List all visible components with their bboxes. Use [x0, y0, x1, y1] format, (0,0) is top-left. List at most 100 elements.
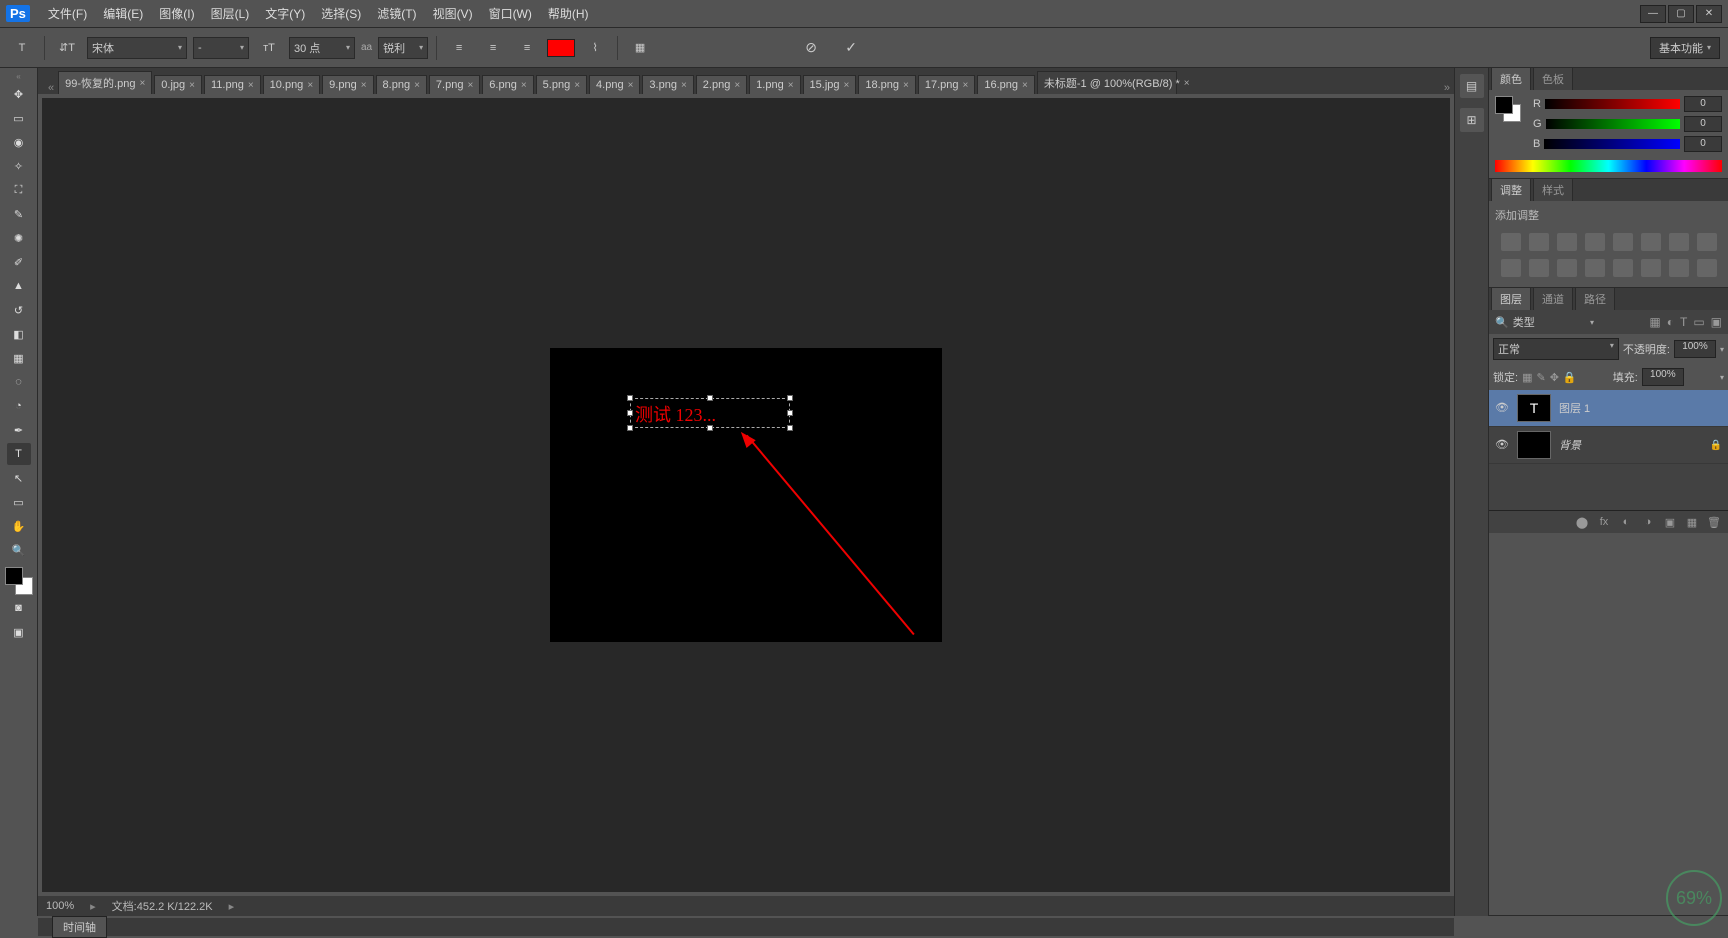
- hand-tool[interactable]: ✋: [7, 515, 31, 537]
- transform-handle[interactable]: [707, 425, 713, 431]
- gradientmap-icon[interactable]: [1669, 259, 1689, 277]
- b-slider[interactable]: [1544, 139, 1680, 149]
- invert-icon[interactable]: [1585, 259, 1605, 277]
- properties-panel-icon[interactable]: ⊞: [1460, 108, 1484, 132]
- doc-tab[interactable]: 18.png×: [858, 75, 916, 94]
- filter-type-icon[interactable]: T: [1680, 315, 1687, 329]
- filter-smart-icon[interactable]: ▣: [1711, 315, 1722, 329]
- cancel-edit-button[interactable]: ⊘: [800, 37, 822, 59]
- hue-strip[interactable]: [1495, 160, 1722, 172]
- doc-tab-active[interactable]: 未标题-1 @ 100%(RGB/8) *×: [1037, 71, 1177, 94]
- doc-tab[interactable]: 6.png×: [482, 75, 533, 94]
- channelmixer-icon[interactable]: [1529, 259, 1549, 277]
- workspace-switcher[interactable]: 基本功能▾: [1650, 37, 1720, 59]
- font-family-dropdown[interactable]: 宋体▾: [87, 37, 187, 59]
- lock-transparent-icon[interactable]: ▦: [1522, 371, 1532, 384]
- doc-tab[interactable]: 1.png×: [749, 75, 800, 94]
- menu-type[interactable]: 文字(Y): [257, 5, 313, 22]
- tab-layers[interactable]: 图层: [1491, 287, 1531, 310]
- link-layers-icon[interactable]: ⬤: [1574, 515, 1590, 529]
- tab-swatches[interactable]: 色板: [1533, 67, 1573, 90]
- doc-tab[interactable]: 5.png×: [536, 75, 587, 94]
- r-value[interactable]: 0: [1684, 96, 1722, 112]
- blend-mode-dropdown[interactable]: 正常▾: [1493, 338, 1619, 360]
- transform-handle[interactable]: [707, 395, 713, 401]
- menu-layer[interactable]: 图层(L): [203, 5, 258, 22]
- close-icon[interactable]: ×: [361, 80, 367, 91]
- doc-tab[interactable]: 8.png×: [376, 75, 427, 94]
- font-size-dropdown[interactable]: 30 点▾: [289, 37, 355, 59]
- doc-tab[interactable]: 16.png×: [977, 75, 1035, 94]
- crop-tool[interactable]: ⛶: [7, 179, 31, 201]
- brush-tool[interactable]: ✐: [7, 251, 31, 273]
- r-slider[interactable]: [1545, 99, 1680, 109]
- dodge-tool[interactable]: ◔: [7, 395, 31, 417]
- close-icon[interactable]: ×: [189, 80, 195, 91]
- timeline-tab[interactable]: 时间轴: [52, 916, 107, 938]
- transform-handle[interactable]: [787, 395, 793, 401]
- fx-icon[interactable]: fx: [1596, 515, 1612, 529]
- menu-image[interactable]: 图像(I): [151, 5, 202, 22]
- menu-file[interactable]: 文件(F): [40, 5, 95, 22]
- transform-handle[interactable]: [787, 425, 793, 431]
- doc-tab[interactable]: 2.png×: [696, 75, 747, 94]
- tabs-scroll-right-icon[interactable]: »: [1440, 82, 1454, 94]
- threshold-icon[interactable]: [1641, 259, 1661, 277]
- layer-name[interactable]: 背景: [1559, 437, 1581, 453]
- canvas-area[interactable]: 测试 123...: [42, 98, 1450, 892]
- text-tool-icon[interactable]: T: [8, 34, 36, 62]
- menu-edit[interactable]: 编辑(E): [95, 5, 151, 22]
- commit-edit-button[interactable]: ✓: [840, 37, 862, 59]
- layer-row[interactable]: 👁 背景 🔒: [1489, 427, 1728, 464]
- transform-handle[interactable]: [787, 410, 793, 416]
- pen-tool[interactable]: ✒: [7, 419, 31, 441]
- menu-window[interactable]: 窗口(W): [481, 5, 540, 22]
- filter-kind-label[interactable]: 类型: [1513, 314, 1535, 330]
- color-preview[interactable]: [1495, 96, 1521, 122]
- doc-tab[interactable]: 99-恢复的.png×: [58, 71, 152, 94]
- menu-select[interactable]: 选择(S): [313, 5, 369, 22]
- history-brush-tool[interactable]: ↺: [7, 299, 31, 321]
- fill-adjust-icon[interactable]: ◑: [1640, 515, 1656, 529]
- filter-shape-icon[interactable]: ▭: [1693, 315, 1704, 329]
- zoom-tool[interactable]: 🔍: [7, 539, 31, 561]
- document-info[interactable]: 文档:452.2 K/122.2K: [112, 898, 213, 914]
- filter-adjust-icon[interactable]: ◐: [1667, 315, 1674, 329]
- layer-thumbnail[interactable]: [1517, 431, 1551, 459]
- healing-brush-tool[interactable]: ✺: [7, 227, 31, 249]
- tab-channels[interactable]: 通道: [1533, 287, 1573, 310]
- doc-tab[interactable]: 7.png×: [429, 75, 480, 94]
- menu-filter[interactable]: 滤镜(T): [369, 5, 424, 22]
- transform-handle[interactable]: [627, 395, 633, 401]
- close-icon[interactable]: ×: [521, 80, 527, 91]
- g-slider[interactable]: [1546, 119, 1680, 129]
- posterize-icon[interactable]: [1613, 259, 1633, 277]
- mask-icon[interactable]: ◐: [1618, 515, 1634, 529]
- new-layer-icon[interactable]: ▦: [1684, 515, 1700, 529]
- font-style-dropdown[interactable]: -▾: [193, 37, 249, 59]
- close-icon[interactable]: ×: [963, 80, 969, 91]
- character-panel-icon[interactable]: ▦: [626, 34, 654, 62]
- close-icon[interactable]: ×: [248, 80, 254, 91]
- warp-text-icon[interactable]: ⌇: [581, 34, 609, 62]
- brightness-icon[interactable]: [1501, 233, 1521, 251]
- clone-stamp-tool[interactable]: ▲: [7, 275, 31, 297]
- type-tool[interactable]: T: [7, 443, 31, 465]
- layer-name[interactable]: 图层 1: [1559, 400, 1590, 416]
- doc-tab[interactable]: 15.jpg×: [803, 75, 857, 94]
- layer-thumbnail[interactable]: T: [1517, 394, 1551, 422]
- close-icon[interactable]: ×: [574, 80, 580, 91]
- status-menu-icon[interactable]: ▸: [229, 900, 235, 913]
- tab-styles[interactable]: 样式: [1533, 178, 1573, 201]
- window-minimize-button[interactable]: —: [1640, 5, 1666, 23]
- tab-color[interactable]: 颜色: [1491, 67, 1531, 90]
- window-close-button[interactable]: ✕: [1696, 5, 1722, 23]
- vibrance-icon[interactable]: [1613, 233, 1633, 251]
- group-icon[interactable]: ▣: [1662, 515, 1678, 529]
- close-icon[interactable]: ×: [788, 80, 794, 91]
- doc-tab[interactable]: 17.png×: [918, 75, 976, 94]
- tab-adjustments[interactable]: 调整: [1491, 178, 1531, 201]
- hue-icon[interactable]: [1641, 233, 1661, 251]
- foreground-background-colors[interactable]: [5, 567, 33, 595]
- blur-tool[interactable]: ◌: [7, 371, 31, 393]
